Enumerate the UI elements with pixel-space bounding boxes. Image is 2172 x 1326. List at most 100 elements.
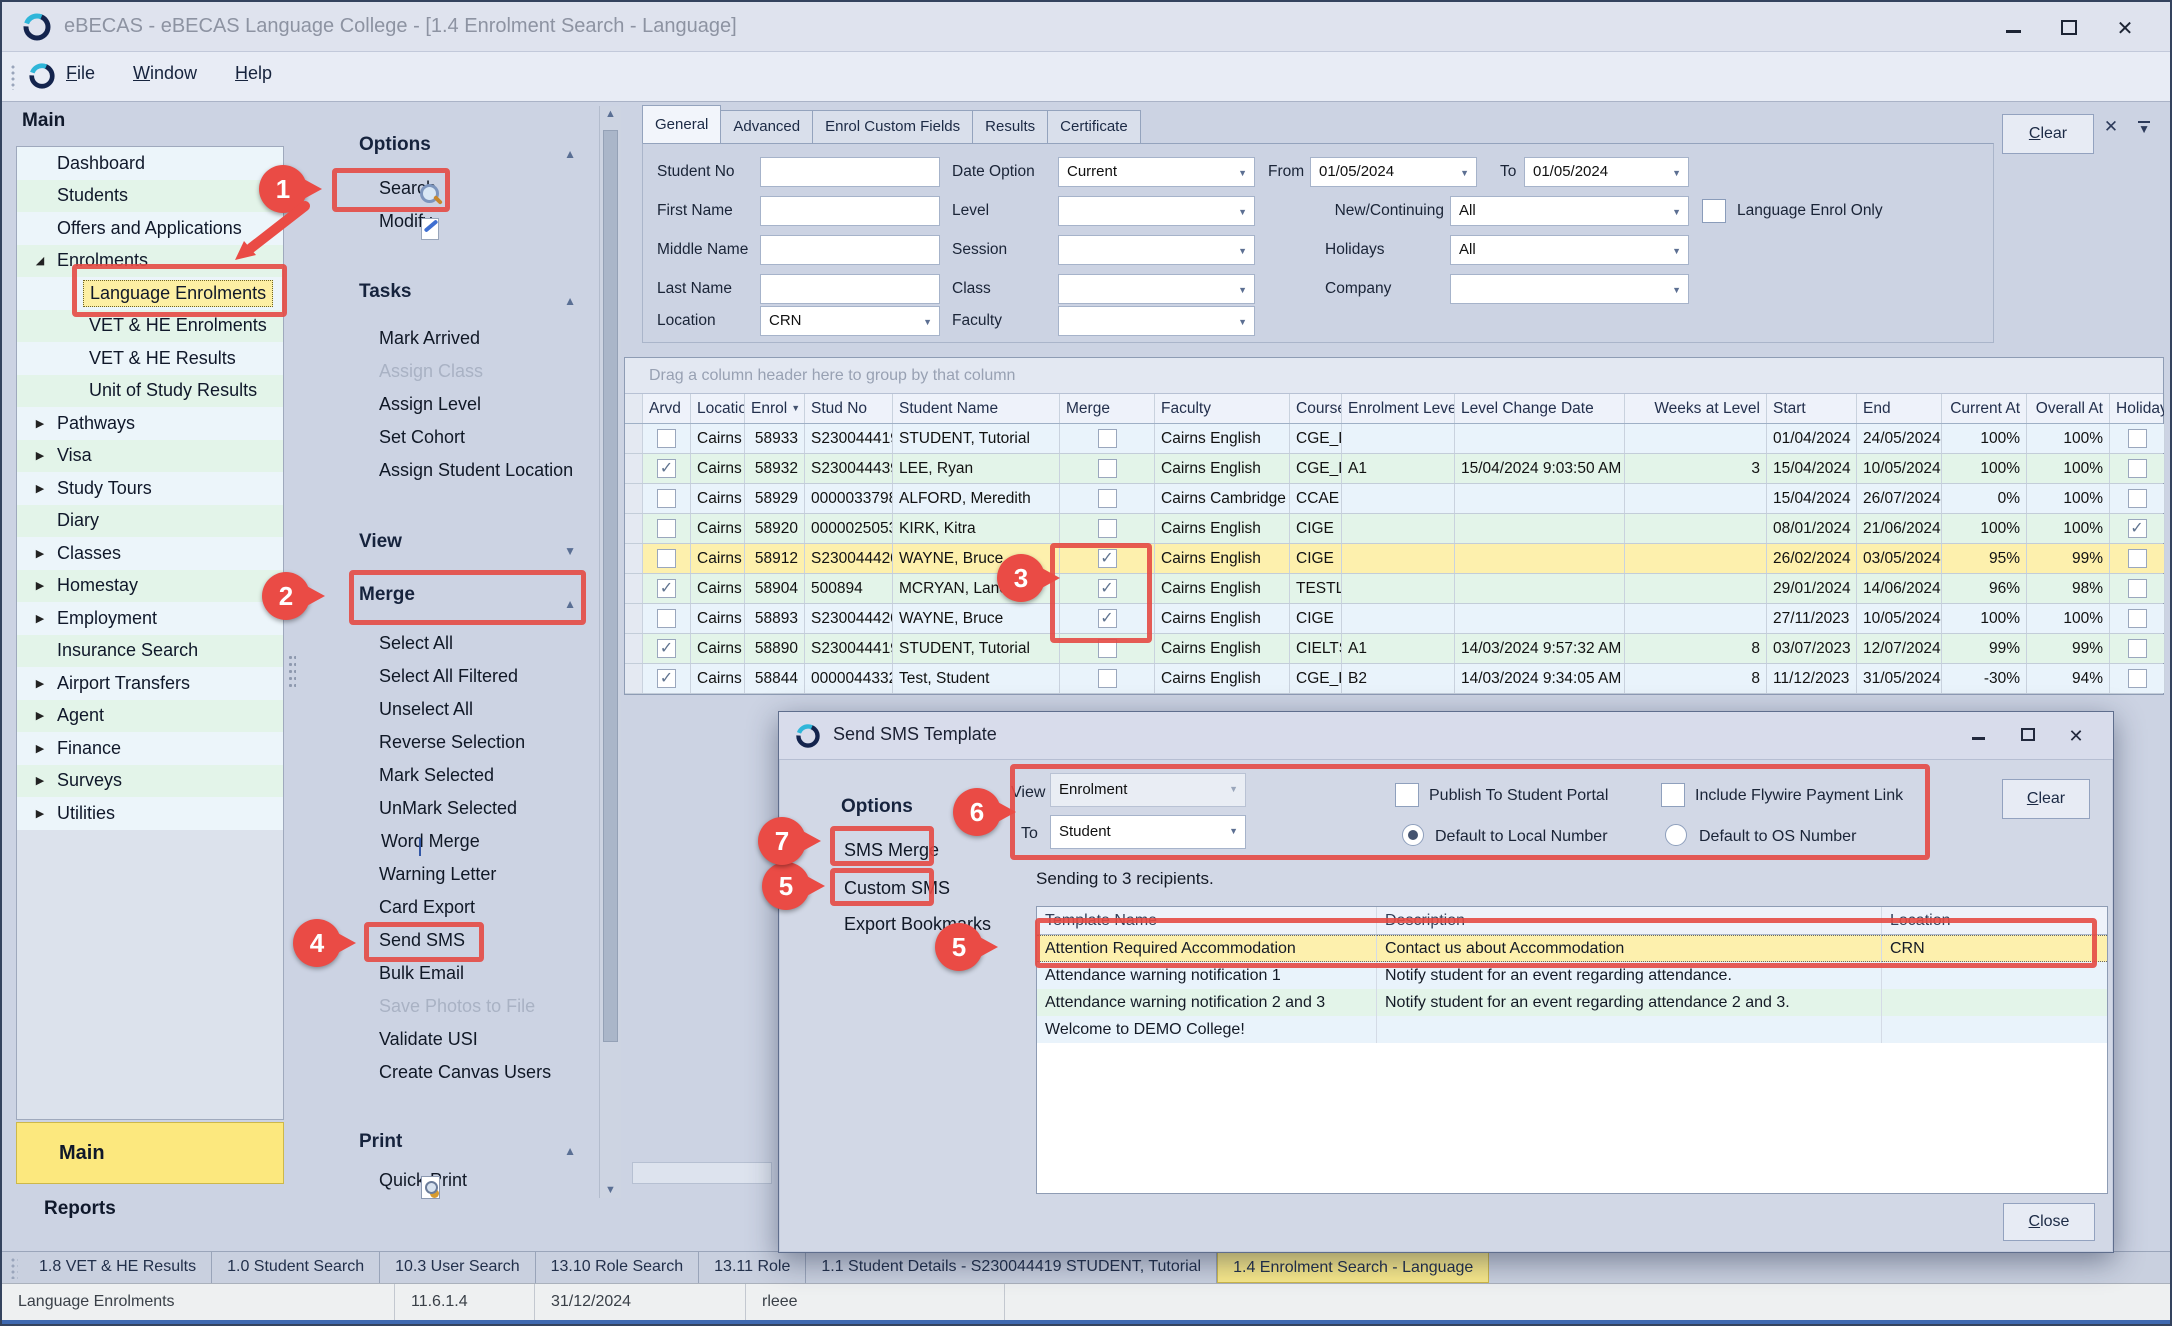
arvd-checkbox[interactable] [657,429,676,448]
panel-item-unselect-all[interactable]: Unselect All [298,693,598,726]
table-row[interactable]: Cairns58933S230044419STUDENT, TutorialCa… [625,424,2163,454]
tree-item-dashboard[interactable]: Dashboard [17,147,283,180]
column-header-enrol_no[interactable]: Enrol▼ [745,394,805,423]
panel-splitter[interactable] [288,654,296,688]
panel-item-assign-student-location[interactable]: Assign Student Location [298,454,598,487]
tab-advanced[interactable]: Advanced [721,110,813,144]
panel-header-tasks[interactable]: Tasks▲ [298,277,598,307]
student_no-input[interactable] [760,157,940,187]
column-header-stud_no[interactable]: Stud No [805,394,893,423]
dialog-close-icon[interactable]: ✕ [2061,726,2091,746]
table-row[interactable]: ✓Cairns58932S230044439LEE, RyanCairns En… [625,454,2163,484]
menu-window[interactable]: Window [133,63,197,84]
window-tab-1-1-student-details-s230044419-student-tutorial[interactable]: 1.1 Student Details - S230044419 STUDENT… [806,1252,1217,1283]
horizontal-scrollbar[interactable] [632,1162,772,1184]
arvd-checkbox[interactable] [657,519,676,538]
nav-reports-button[interactable]: Reports [44,1198,116,1220]
session-select[interactable] [1058,235,1255,265]
tab-certificate[interactable]: Certificate [1048,110,1141,144]
holidays-select[interactable]: All [1450,235,1689,265]
holiday-checkbox[interactable] [2128,429,2147,448]
panel-item-mark-arrived[interactable]: Mark Arrived [298,322,598,355]
table-row[interactable]: Cairns58912S230044420WAYNE, Bruce✓Cairns… [625,544,2163,574]
column-header-student_name[interactable]: Student Name [893,394,1060,423]
tab-general[interactable]: General [642,105,721,144]
tree-item-airport-transfers[interactable]: ▶Airport Transfers [17,667,283,700]
scrollbar-thumb[interactable] [603,130,618,1042]
dialog-clear-button[interactable]: Clear [2002,779,2090,819]
collapsed-icon[interactable]: ▶ [29,807,51,820]
company-select[interactable] [1450,274,1689,304]
column-header-end[interactable]: End [1857,394,1942,423]
panel-item-mark-selected[interactable]: Mark Selected [298,759,598,792]
first_name-input[interactable] [760,196,940,226]
dialog-minimize-button[interactable] [1963,726,1993,746]
level-select[interactable] [1058,196,1255,226]
collapsed-icon[interactable]: ▶ [29,482,51,495]
column-header-enrolment_level[interactable]: Enrolment Level [1342,394,1455,423]
table-row[interactable]: Cairns589290000033798ALFORD, MeredithCai… [625,484,2163,514]
tree-item-vet-he-results[interactable]: VET & HE Results [17,342,283,375]
column-header-holiday[interactable]: Holiday [2110,394,2165,423]
window-tab-13-10-role-search[interactable]: 13.10 Role Search [536,1252,700,1283]
column-header-arvd[interactable]: Arvd [643,394,691,423]
tree-item-utilities[interactable]: ▶Utilities [17,797,283,830]
arvd-checkbox[interactable] [657,489,676,508]
window-tab-1-8-vet-he-results[interactable]: 1.8 VET & HE Results [24,1252,212,1283]
merge-checkbox[interactable] [1098,519,1117,538]
tree-item-study-tours[interactable]: ▶Study Tours [17,472,283,505]
arvd-checkbox[interactable] [657,549,676,568]
mdi-close-icon[interactable]: ✕ [2104,120,2118,134]
menu-help[interactable]: Help [235,63,272,84]
tree-item-homestay[interactable]: ▶Homestay [17,570,283,603]
group-by-hint[interactable]: Drag a column header here to group by th… [625,358,2163,394]
collapsed-icon[interactable]: ▶ [29,612,51,625]
dialog-close-button[interactable]: Close [2003,1203,2095,1241]
location-select[interactable]: CRN [760,306,940,336]
panel-item-select-all[interactable]: Select All [298,627,598,660]
nav-main-button[interactable]: Main [16,1122,284,1184]
column-header-location[interactable]: Location [691,394,745,423]
language_enrol_only-checkbox[interactable] [1702,199,1726,223]
panel-item-reverse-selection[interactable]: Reverse Selection [298,726,598,759]
collapsed-icon[interactable]: ▶ [29,579,51,592]
collapsed-icon[interactable]: ▶ [29,774,51,787]
new_continuing-select[interactable]: All [1450,196,1689,226]
panel-item-warning-letter[interactable]: Warning Letter [298,858,598,891]
collapsed-icon[interactable]: ▶ [29,547,51,560]
collapsed-icon[interactable]: ▶ [29,742,51,755]
menu-file[interactable]: File [66,63,95,84]
tree-item-surveys[interactable]: ▶Surveys [17,765,283,798]
column-header-faculty[interactable]: Faculty [1155,394,1290,423]
table-row[interactable]: ✓Cairns588440000044332Test, StudentCairn… [625,664,2163,694]
dialog-options-header[interactable]: Options [841,796,913,818]
tab-enrol-custom-fields[interactable]: Enrol Custom Fields [813,110,973,144]
faculty-select[interactable] [1058,306,1255,336]
holiday-checkbox[interactable]: ✓ [2128,519,2147,538]
from-select[interactable]: 01/05/2024 [1310,157,1477,187]
panel-header-options[interactable]: Options▲ [298,130,598,160]
panel-item-quick-print[interactable]: Quick Print [298,1164,598,1197]
panel-item-select-all-filtered[interactable]: Select All Filtered [298,660,598,693]
window-tab-1-4-enrolment-search-language[interactable]: 1.4 Enrolment Search - Language [1217,1252,1489,1283]
expanded-icon[interactable]: ◢ [29,254,51,267]
panel-header-print[interactable]: Print▲ [298,1127,598,1157]
panel-item-word-merge[interactable]: Word Merge [298,825,598,858]
arvd-checkbox[interactable]: ✓ [657,639,676,658]
close-button[interactable]: ✕ [2108,18,2142,40]
holiday-checkbox[interactable] [2128,549,2147,568]
merge-checkbox[interactable] [1098,429,1117,448]
merge-checkbox[interactable] [1098,669,1117,688]
template-row[interactable]: Welcome to DEMO College! [1037,1016,2107,1043]
column-header-level_change_date[interactable]: Level Change Date [1455,394,1625,423]
column-header-weeks_at_level[interactable]: Weeks at Level [1625,394,1767,423]
tree-item-insurance-search[interactable]: Insurance Search [17,635,283,668]
collapsed-icon[interactable]: ▶ [29,677,51,690]
tab-results[interactable]: Results [973,110,1048,144]
tree-item-diary[interactable]: Diary [17,505,283,538]
expand-icon[interactable]: ▼ [564,536,576,566]
dialog-maximize-button[interactable] [2013,726,2043,746]
template-row[interactable]: Attendance warning notification 2 and 3N… [1037,989,2107,1016]
holiday-checkbox[interactable] [2128,609,2147,628]
window-tab-10-3-user-search[interactable]: 10.3 User Search [380,1252,536,1283]
